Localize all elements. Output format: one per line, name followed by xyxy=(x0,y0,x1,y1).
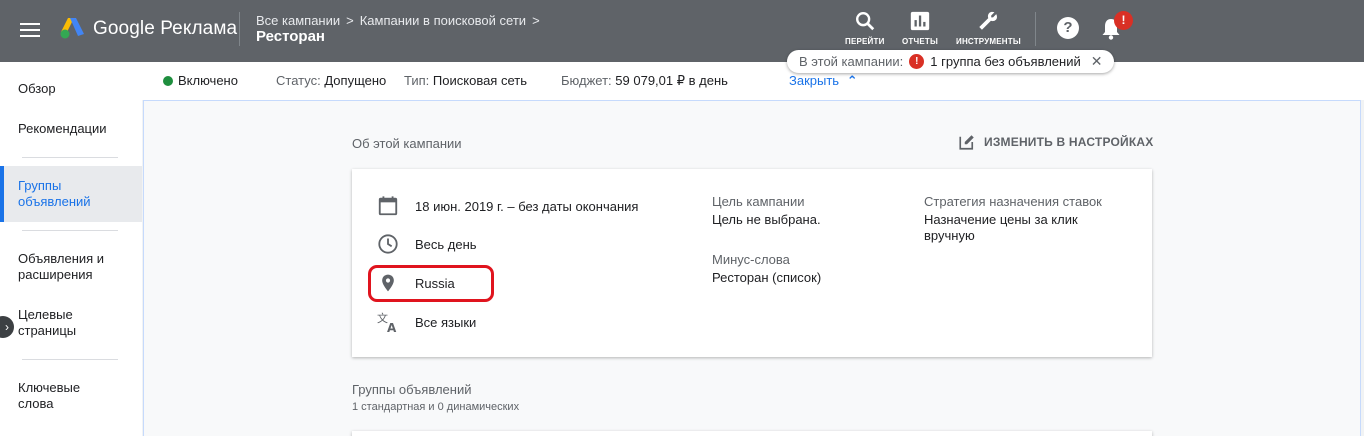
sidebar-item-ads-extensions[interactable]: Объявления и расширения xyxy=(18,251,118,283)
goal-label: Цель кампании xyxy=(712,194,805,209)
sidebar: Обзор Рекомендации Группы объявлений Объ… xyxy=(0,62,142,436)
go-to-label: ПЕРЕЙТИ xyxy=(845,37,885,46)
divider xyxy=(239,12,240,46)
type-key: Тип: xyxy=(404,73,430,88)
status-key: Статус: xyxy=(276,73,321,88)
bidding-strategy-label: Стратегия назначения ставок xyxy=(924,194,1102,209)
notification-badge: ! xyxy=(1114,11,1133,30)
sidebar-active-indicator xyxy=(0,166,4,222)
location-highlight-annotation xyxy=(368,265,494,302)
campaign-status-bar: Включено Статус: Допущено Тип: Поисковая… xyxy=(142,62,1364,100)
menu-icon[interactable] xyxy=(20,23,40,37)
sidebar-item-recommendations[interactable]: Рекомендации xyxy=(18,121,107,137)
ad-groups-subtitle: 1 стандартная и 0 динамических xyxy=(352,401,520,413)
close-details-label: Закрыть xyxy=(789,73,840,88)
wrench-icon xyxy=(979,11,998,30)
ad-groups-card xyxy=(352,431,1152,436)
languages-value: Все языки xyxy=(415,314,477,330)
campaign-name[interactable]: Ресторан xyxy=(256,28,325,45)
campaign-state-label: Включено xyxy=(178,73,238,88)
ad-schedule: Весь день xyxy=(415,236,477,252)
breadcrumb-separator: > xyxy=(346,13,354,28)
ad-schedule-row[interactable]: Весь день xyxy=(376,232,477,256)
bidding-strategy-value[interactable]: Назначение цены за клик xyxy=(924,212,1078,228)
campaign-state[interactable]: Включено xyxy=(163,73,238,88)
app-name: Google Реклама xyxy=(93,18,238,39)
sidebar-divider xyxy=(22,230,118,231)
about-campaign-title: Об этой кампании xyxy=(352,136,462,151)
error-icon: ! xyxy=(909,54,925,69)
close-icon[interactable]: ✕ xyxy=(1091,53,1103,70)
edit-in-settings-button[interactable]: ИЗМЕНИТЬ В НАСТРОЙКАХ xyxy=(958,133,1153,151)
breadcrumb-separator: > xyxy=(532,13,540,28)
google-ads-logo-icon[interactable] xyxy=(59,16,85,40)
svg-text:A: A xyxy=(387,321,397,334)
budget-value: 59 079,01 ₽ в день xyxy=(615,73,728,88)
sidebar-item-ad-groups[interactable]: Группы объявлений xyxy=(18,178,108,210)
ad-groups-title: Группы объявлений xyxy=(352,382,472,397)
status-value: Допущено xyxy=(324,73,387,88)
campaign-alert-tooltip: В этой кампании: ! 1 группа без объявлен… xyxy=(787,50,1115,73)
sidebar-item-keywords[interactable]: Ключевые слова xyxy=(18,380,108,412)
breadcrumb: Все кампании > Кампании в поисковой сети > xyxy=(256,13,546,28)
sidebar-collapse-chevron-icon[interactable]: › xyxy=(0,316,14,338)
bar-chart-icon xyxy=(910,11,930,31)
campaign-budget[interactable]: Бюджет: 59 079,01 ₽ в день xyxy=(561,73,728,89)
bidding-strategy-value-cont[interactable]: вручную xyxy=(924,228,975,244)
negative-keywords-value[interactable]: Ресторан (список) xyxy=(712,270,821,286)
sidebar-divider xyxy=(22,157,118,158)
negative-keywords-label: Минус-слова xyxy=(712,252,790,267)
status-dot-icon xyxy=(163,76,173,86)
tools-label: ИНСТРУМЕНТЫ xyxy=(956,37,1021,46)
budget-key: Бюджет: xyxy=(561,73,612,88)
chevron-up-icon: ⌃ xyxy=(846,73,858,88)
translate-icon: 文A xyxy=(376,310,400,334)
campaign-status: Статус: Допущено xyxy=(276,73,386,88)
goal-value[interactable]: Цель не выбрана. xyxy=(712,212,821,228)
alert-message[interactable]: 1 группа без объявлений xyxy=(930,54,1080,69)
reports-button[interactable]: ОТЧЕТЫ xyxy=(902,10,938,46)
campaign-dates: 18 июн. 2019 г. – без даты окончания xyxy=(415,198,639,214)
clock-icon xyxy=(376,232,400,256)
close-details-button[interactable]: Закрыть ⌃ xyxy=(789,73,858,89)
breadcrumb-search-campaigns[interactable]: Кампании в поисковой сети xyxy=(360,13,526,28)
sidebar-item-overview[interactable]: Обзор xyxy=(18,81,56,97)
reports-label: ОТЧЕТЫ xyxy=(902,37,938,46)
languages-row[interactable]: 文A Все языки xyxy=(376,310,476,334)
go-to-button[interactable]: ПЕРЕЙТИ xyxy=(845,10,885,46)
campaign-dates-row[interactable]: 18 июн. 2019 г. – без даты окончания xyxy=(376,194,638,218)
alert-prefix: В этой кампании: xyxy=(799,54,904,69)
edit-in-settings-label: ИЗМЕНИТЬ В НАСТРОЙКАХ xyxy=(984,135,1154,149)
edit-icon xyxy=(959,135,974,150)
divider xyxy=(1035,12,1036,46)
search-icon xyxy=(855,12,874,31)
type-value: Поисковая сеть xyxy=(432,73,527,88)
tools-button[interactable]: ИНСТРУМЕНТЫ xyxy=(956,10,1021,46)
sidebar-item-landing-pages[interactable]: Целевые страницы xyxy=(18,307,108,339)
breadcrumb-all-campaigns[interactable]: Все кампании xyxy=(256,13,340,28)
calendar-icon xyxy=(376,194,400,218)
sidebar-divider xyxy=(22,359,118,360)
campaign-type: Тип: Поисковая сеть xyxy=(404,73,527,88)
top-bar: Google Реклама Все кампании > Кампании в п… xyxy=(0,0,1364,62)
help-icon[interactable]: ? xyxy=(1057,17,1079,39)
